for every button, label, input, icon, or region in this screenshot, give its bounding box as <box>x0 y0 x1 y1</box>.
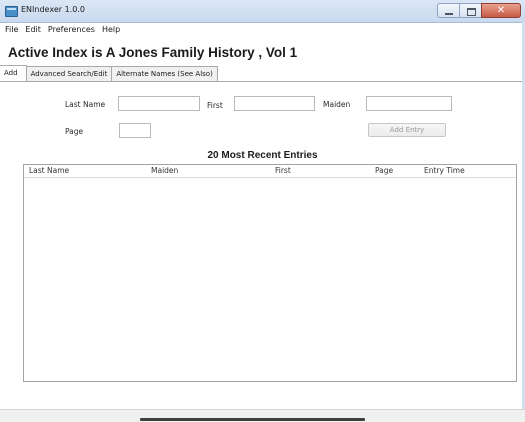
window-title: ENIndexer 1.0.0 <box>21 5 85 14</box>
recent-entries-title: 20 Most Recent Entries <box>207 150 318 161</box>
page-title: Active Index is A Jones Family History ,… <box>8 45 298 60</box>
column-first[interactable]: First <box>275 166 291 175</box>
maiden-label: Maiden <box>323 100 351 109</box>
menu-bar: File Edit Preferences Help <box>0 23 120 36</box>
maximize-icon <box>467 8 476 16</box>
minimize-button[interactable] <box>437 3 459 18</box>
close-icon: ✕ <box>496 5 506 16</box>
menu-help[interactable]: Help <box>102 23 120 36</box>
window-controls: ✕ <box>437 3 521 18</box>
title-bar: ENIndexer 1.0.0 ✕ <box>0 0 525 23</box>
tab-advanced-search-edit[interactable]: Advanced Search/Edit <box>25 66 113 81</box>
column-entry-time[interactable]: Entry Time <box>424 166 465 175</box>
maximize-button[interactable] <box>459 3 481 18</box>
recent-entries-table[interactable]: Last Name Maiden First Page Entry Time <box>23 164 517 382</box>
last-name-input[interactable] <box>118 96 200 111</box>
maiden-input[interactable] <box>366 96 452 111</box>
tab-strip: Add Advanced Search/Edit Alternate Names… <box>0 65 218 81</box>
page-input[interactable] <box>119 123 151 138</box>
add-entry-button[interactable]: Add Entry <box>368 123 446 137</box>
menu-preferences[interactable]: Preferences <box>48 23 95 36</box>
close-button[interactable]: ✕ <box>481 3 521 18</box>
first-label: First <box>207 101 223 110</box>
column-last-name[interactable]: Last Name <box>29 166 69 175</box>
menu-file[interactable]: File <box>5 23 18 36</box>
tab-add[interactable]: Add <box>0 65 27 81</box>
app-icon <box>5 6 18 17</box>
minimize-icon <box>445 13 453 15</box>
column-maiden[interactable]: Maiden <box>151 166 178 175</box>
last-name-label: Last Name <box>65 100 106 109</box>
table-header: Last Name Maiden First Page Entry Time <box>24 165 516 178</box>
column-page[interactable]: Page <box>375 166 393 175</box>
page-label: Page <box>65 127 84 136</box>
tab-divider <box>0 81 525 82</box>
menu-edit[interactable]: Edit <box>25 23 41 36</box>
tab-alternate-names[interactable]: Alternate Names (See Also) <box>111 66 218 81</box>
first-input[interactable] <box>234 96 315 111</box>
